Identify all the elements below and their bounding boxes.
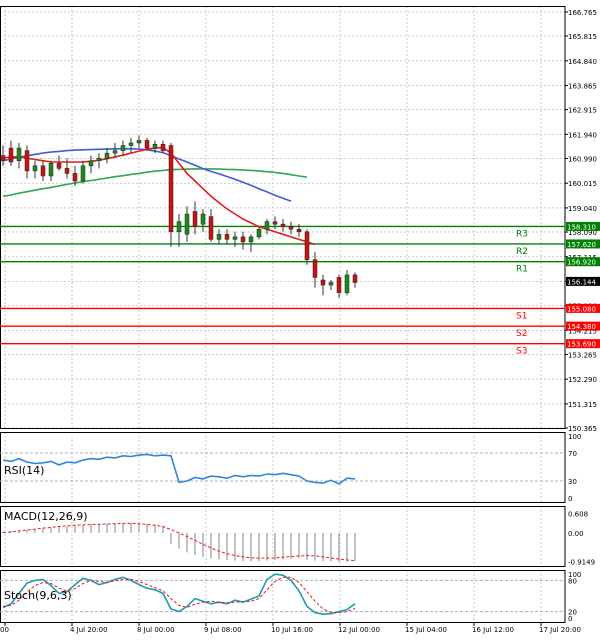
candle-body [0, 155, 6, 161]
candle-body [64, 168, 70, 174]
rsi-y-label-3: 0 [568, 495, 572, 503]
candle-body [280, 223, 286, 227]
candle-body [272, 221, 278, 225]
candle-body [152, 144, 158, 149]
x-tick-label-1: 4 Jul 20:00 [70, 626, 108, 634]
x-tick-label-4: 10 Jul 16:00 [271, 626, 313, 634]
macd-title: MACD(12,26,9) [4, 510, 88, 523]
level-label-R2: R2 [516, 247, 528, 257]
y-tick-label-4: 162.915 [568, 107, 597, 115]
candle-body [136, 140, 142, 144]
level-label-R1: R1 [516, 265, 528, 275]
x-tick-label-2: 8 Jul 00:00 [137, 626, 175, 634]
candle-body [32, 165, 38, 172]
current-price-text: 156.144 [567, 278, 596, 286]
x-tick-label-6: 15 Jul 04:00 [405, 626, 447, 634]
y-tick-label-5: 161.940 [568, 131, 597, 139]
level-tag-text-R3: 158.310 [567, 223, 596, 231]
y-tick-label-14: 153.265 [568, 351, 597, 359]
level-label-S3: S3 [516, 347, 527, 357]
rsi-y-label-0: 100 [568, 433, 581, 441]
candle-body [288, 226, 294, 230]
chart-canvas[interactable]: 166.765 165.815 164.840 163.865 162.915 161.9… [0, 0, 600, 636]
y-tick-label-15: 152.290 [568, 376, 597, 384]
candle-body [72, 173, 78, 182]
candle-body [208, 216, 214, 240]
candle-body [144, 140, 150, 149]
stoch-y-label-3: 0 [568, 615, 572, 623]
y-tick-label-7: 160.015 [568, 180, 597, 188]
candle-body [296, 228, 302, 233]
candle-body [56, 163, 62, 169]
y-tick-label-6: 160.990 [568, 155, 597, 163]
macd-y-label-1: 0.00 [568, 530, 584, 538]
candle-body [48, 163, 54, 177]
candle-body [232, 236, 238, 240]
candle-body [24, 150, 30, 172]
candle-body [112, 150, 118, 154]
candle-body [128, 142, 134, 146]
candle-body [216, 234, 222, 240]
level-tag-text-S3: 153.690 [567, 341, 596, 349]
level-label-S1: S1 [516, 311, 527, 321]
candle-body [304, 231, 310, 260]
y-tick-label-1: 165.815 [568, 33, 597, 41]
candle-body [352, 274, 358, 283]
trading-chart-window[interactable]: 166.765 165.815 164.840 163.865 162.915 161.9… [0, 0, 600, 636]
macd-y-label-2: -0.9149 [568, 559, 595, 567]
level-tag-text-S1: 155.080 [567, 305, 596, 313]
rsi-y-label-2: 30 [568, 478, 577, 486]
candle-body [256, 228, 262, 238]
candle-body [200, 213, 206, 225]
level-label-S2: S2 [516, 329, 527, 339]
stoch-y-label-1: 80 [568, 577, 577, 585]
candle-body [264, 221, 270, 230]
level-tag-text-R1: 156.920 [567, 259, 596, 267]
stoch-title: Stoch(9,6,3) [4, 589, 72, 602]
x-tick-label-3: 9 Jul 08:00 [204, 626, 242, 634]
candle-body [224, 234, 230, 240]
candle-body [96, 157, 102, 161]
candle-body [8, 147, 14, 163]
candle-body [344, 274, 350, 293]
y-tick-label-17: 150.365 [568, 425, 597, 433]
y-tick-label-8: 159.040 [568, 205, 597, 213]
candle-body [160, 144, 166, 151]
candle-body [328, 282, 334, 286]
candle-body [104, 152, 110, 159]
y-tick-label-0: 166.765 [568, 9, 597, 17]
level-tag-text-R2: 157.620 [567, 241, 596, 249]
y-tick-label-3: 163.865 [568, 83, 597, 91]
level-tag-text-S2: 154.380 [567, 323, 596, 331]
y-tick-label-16: 151.315 [568, 401, 597, 409]
candle-body [320, 279, 326, 286]
macd-y-label-0: 0.608 [568, 511, 588, 519]
candle-body [16, 147, 22, 161]
candle-body [248, 236, 254, 243]
candle-body [88, 160, 94, 167]
x-tick-label-5: 12 Jul 00:00 [338, 626, 380, 634]
candle-body [176, 221, 182, 233]
x-tick-label-0: 00 [0, 626, 9, 634]
candle-body [184, 213, 190, 235]
rsi-title: RSI(14) [4, 464, 44, 477]
candle-body [240, 236, 246, 243]
candle-body [168, 145, 174, 233]
level-label-R3: R3 [516, 229, 528, 239]
rsi-y-label-1: 70 [568, 450, 577, 458]
y-tick-label-2: 164.840 [568, 58, 597, 66]
candle-body [40, 165, 46, 177]
candle-body [80, 165, 86, 182]
candle-body [312, 259, 318, 278]
candle-body [336, 277, 342, 293]
candle-body [192, 211, 198, 227]
x-tick-label-7: 16 Jul 12:00 [472, 626, 514, 634]
x-tick-label-8: 17 Jul 20:00 [539, 626, 581, 634]
candle-body [120, 145, 126, 151]
